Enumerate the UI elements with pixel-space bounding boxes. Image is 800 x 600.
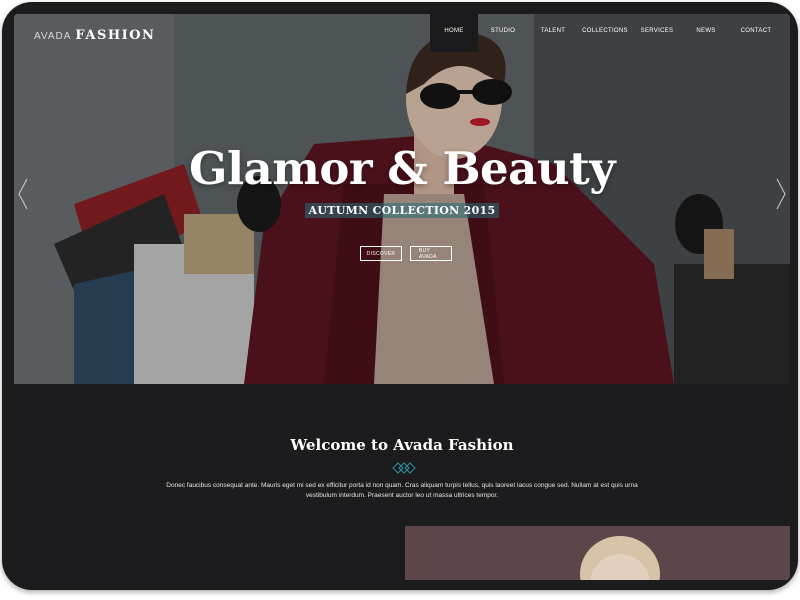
welcome-section: Welcome to Avada Fashion Donec faucibus … [14, 384, 790, 526]
nav-item-collections[interactable]: COLLECTIONS [578, 14, 632, 52]
welcome-text: Donec faucibus consequat ante. Mauris eg… [166, 482, 638, 499]
nav-item-talent[interactable]: TALENT [528, 14, 578, 52]
site-logo[interactable]: AVADA FASHION [34, 28, 155, 43]
main-nav: HOME STUDIO TALENT COLLECTIONS SERVICES … [430, 14, 782, 52]
hero-overlay [14, 14, 790, 384]
hero-subtitle-wrap: AUTUMN COLLECTION 2015 [14, 201, 790, 219]
nav-item-contact[interactable]: CONTACT [730, 14, 782, 52]
bottom-photo [405, 526, 790, 580]
diamond-divider-icon [392, 462, 416, 474]
nav-item-services[interactable]: SERVICES [632, 14, 682, 52]
buy-avada-button[interactable]: BUY AVADA [410, 246, 452, 261]
logo-light-text: AVADA [34, 31, 72, 42]
hero-subtitle: AUTUMN COLLECTION 2015 [304, 203, 500, 218]
nav-item-news[interactable]: NEWS [682, 14, 730, 52]
nav-item-studio[interactable]: STUDIO [478, 14, 528, 52]
welcome-title: Welcome to Avada Fashion [290, 436, 514, 454]
device-frame: AVADA FASHION HOME STUDIO TALENT COLLECT… [2, 2, 798, 590]
nav-item-home[interactable]: HOME [430, 14, 478, 52]
hero-slider: AVADA FASHION HOME STUDIO TALENT COLLECT… [14, 14, 790, 384]
logo-bold-text: FASHION [75, 28, 156, 43]
bottom-text-panel [14, 526, 405, 580]
hero-title: Glamor & Beauty [189, 142, 615, 195]
browser-screen: AVADA FASHION HOME STUDIO TALENT COLLECT… [14, 14, 790, 580]
hero-buttons: DISCOVER BUY AVADA [360, 246, 452, 261]
discover-button[interactable]: DISCOVER [360, 246, 402, 261]
bottom-photo-image [405, 526, 790, 580]
